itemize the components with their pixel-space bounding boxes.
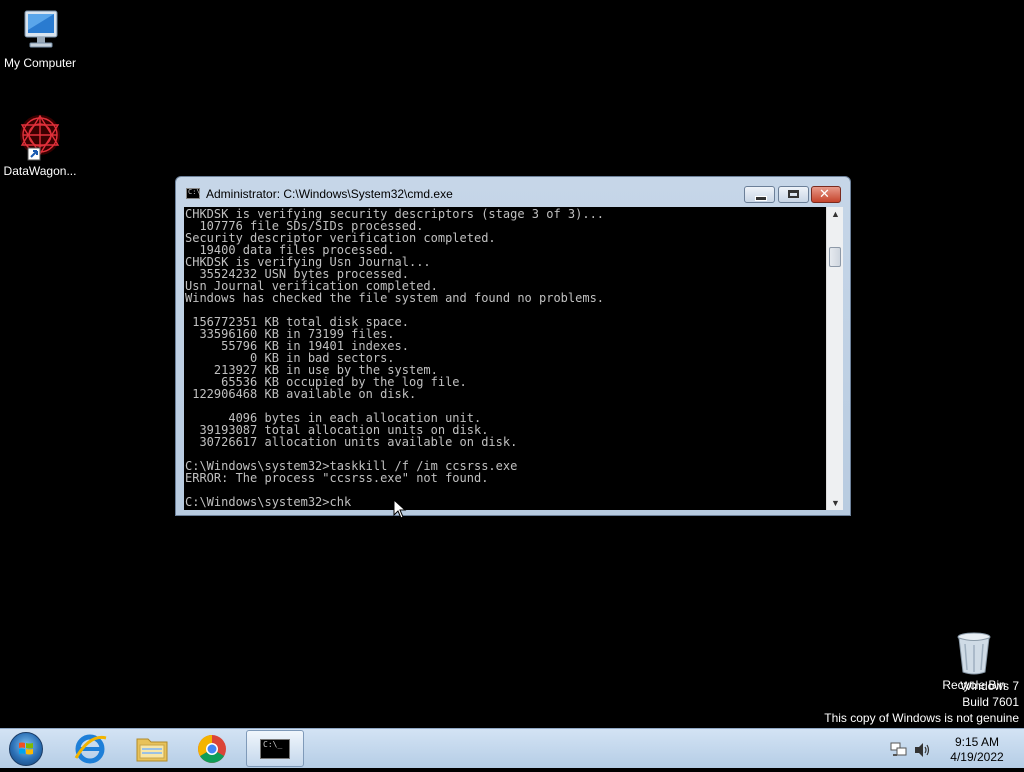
desktop-icon-datawagon[interactable]: DataWagon...: [0, 112, 80, 178]
cmd-taskbar-icon-text: C:\_: [263, 740, 283, 749]
volume-icon[interactable]: [914, 742, 932, 758]
recycle-bin-icon: [957, 632, 991, 675]
folder-icon: [136, 738, 168, 762]
desktop-icon-label: My Computer: [3, 56, 77, 70]
watermark-genuine-notice: This copy of Windows is not genuine: [824, 711, 1019, 725]
watermark-build: Build 7601: [962, 695, 1019, 709]
network-icon[interactable]: [890, 742, 908, 758]
start-button[interactable]: [4, 729, 48, 769]
cmd-window[interactable]: C:\ Administrator: C:\Windows\System32\c…: [175, 176, 851, 516]
cmd-window-icon-text: C:\: [188, 188, 201, 196]
close-icon: ✕: [819, 187, 830, 202]
notification-area: 9:15 AM 4/19/2022: [884, 729, 1024, 769]
taskbar-clock[interactable]: 9:15 AM 4/19/2022: [942, 735, 1012, 765]
clock-date: 4/19/2022: [950, 750, 1004, 764]
console-output[interactable]: CHKDSK is verifying security descriptors…: [185, 208, 604, 508]
desktop-icon-my-computer[interactable]: My Computer: [0, 8, 80, 70]
mouse-cursor-icon: [393, 499, 407, 519]
cmd-window-title: Administrator: C:\Windows\System32\cmd.e…: [206, 187, 453, 201]
datawagon-shortcut-icon: [20, 114, 60, 161]
scroll-down-arrow-icon[interactable]: ▼: [831, 498, 840, 508]
scroll-up-arrow-icon[interactable]: ▲: [831, 209, 840, 219]
scrollbar-thumb[interactable]: [829, 247, 841, 267]
taskbar-internet-explorer-button[interactable]: [62, 730, 118, 767]
chrome-icon: [198, 735, 226, 763]
taskbar-windows-explorer-button[interactable]: [124, 730, 180, 767]
clock-time: 9:15 AM: [954, 735, 1000, 749]
maximize-icon: [788, 190, 799, 198]
cmd-window-icon[interactable]: C:\: [186, 188, 201, 199]
computer-icon: [24, 10, 58, 48]
console-area[interactable]: CHKDSK is verifying security descriptors…: [184, 207, 843, 510]
watermark-os-name: Windows 7: [960, 679, 1019, 693]
taskbar-cmd-button[interactable]: C:\_: [246, 730, 304, 767]
close-button[interactable]: ✕: [811, 186, 841, 203]
taskbar-chrome-button[interactable]: [186, 730, 242, 767]
cmd-taskbar-icon: C:\_: [260, 739, 290, 759]
desktop-icon-label: DataWagon...: [3, 164, 77, 178]
minimize-button[interactable]: [744, 186, 775, 203]
taskbar: C:\_ 9:15 AM 4/19/2022: [0, 728, 1024, 768]
windows-logo-icon: [9, 732, 43, 766]
internet-explorer-icon: [74, 734, 107, 764]
console-scrollbar[interactable]: ▲ ▼: [826, 207, 843, 510]
maximize-button[interactable]: [778, 186, 809, 203]
windows-watermark: Windows 7 Build 7601 This copy of Window…: [824, 678, 1019, 726]
minimize-icon: [755, 196, 767, 201]
cmd-titlebar[interactable]: C:\ Administrator: C:\Windows\System32\c…: [176, 177, 850, 207]
